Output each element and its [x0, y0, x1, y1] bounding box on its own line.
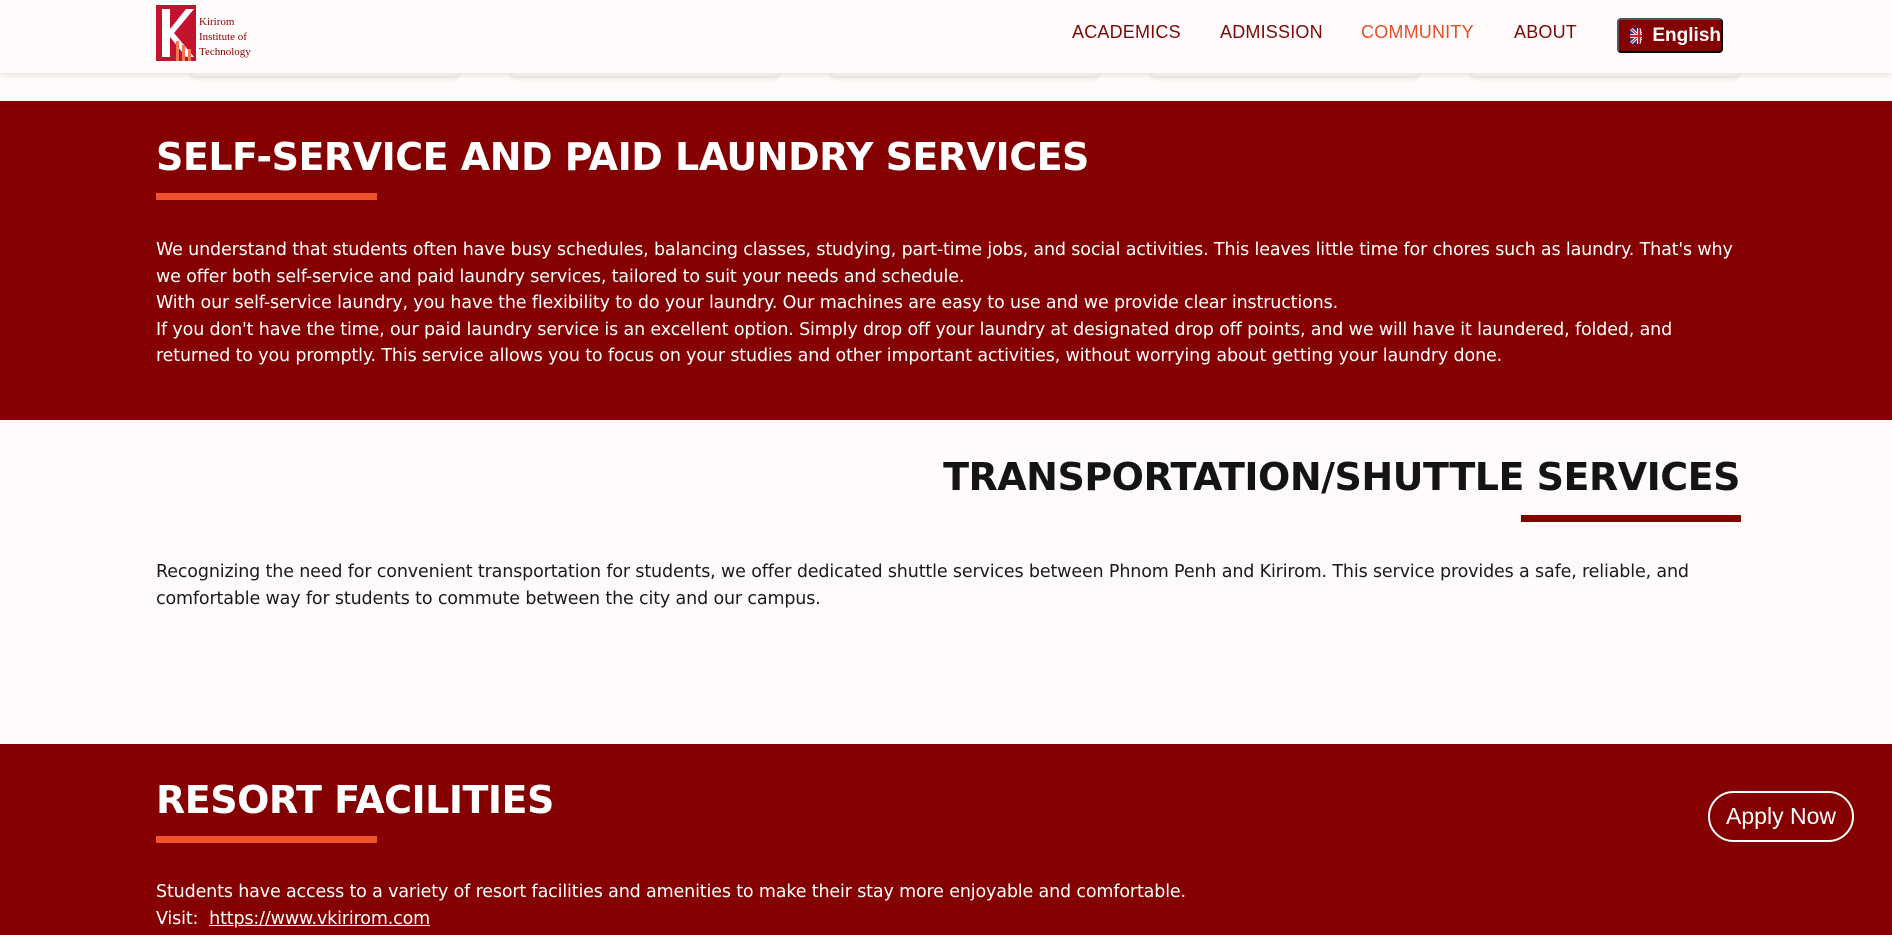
- resort-section: RESORT FACILITIES Students have access t…: [0, 744, 1892, 935]
- resort-visit-line: Visit: https://www.vkirirom.com: [156, 906, 1456, 933]
- logo-text: Kirirom Institute of Technology: [199, 15, 251, 60]
- kit-logo[interactable]: Kirirom Institute of Technology: [156, 5, 256, 63]
- transport-description: Recognizing the need for convenient tran…: [156, 559, 1736, 612]
- transport-title-underline: [1521, 515, 1741, 522]
- laundry-title: SELF-SERVICE AND PAID LAUNDRY SERVICES: [156, 135, 1089, 179]
- laundry-description: We understand that students often have b…: [156, 237, 1736, 370]
- top-navigation-bar: Kirirom Institute of Technology ACADEMIC…: [0, 0, 1892, 73]
- nav-community[interactable]: COMMUNITY: [1361, 22, 1474, 48]
- laundry-paragraph-1: We understand that students often have b…: [156, 240, 1733, 287]
- laundry-title-underline: [156, 193, 377, 200]
- nav-admission[interactable]: ADMISSION: [1220, 22, 1323, 48]
- transport-section: TRANSPORTATION/SHUTTLE SERVICES Recogniz…: [0, 420, 1892, 744]
- nav-academics[interactable]: ACADEMICS: [1072, 22, 1181, 48]
- resort-title: RESORT FACILITIES: [156, 778, 554, 822]
- logo-line-2: Institute of: [199, 31, 247, 43]
- logo-line-3: Technology: [199, 46, 251, 58]
- uk-flag-icon: [1630, 27, 1643, 44]
- header-spacer: [0, 73, 1892, 101]
- nav-about[interactable]: ABOUT: [1514, 22, 1577, 48]
- resort-title-underline: [156, 836, 377, 843]
- logo-line-1: Kirirom: [199, 16, 235, 28]
- visit-label: Visit:: [156, 908, 199, 929]
- laundry-paragraph-2: With our self-service laundry, you have …: [156, 293, 1338, 313]
- resort-paragraph: Students have access to a variety of res…: [156, 882, 1186, 902]
- language-label: English: [1652, 24, 1721, 46]
- kit-logo-icon: [156, 5, 196, 61]
- transport-title: TRANSPORTATION/SHUTTLE SERVICES: [943, 455, 1740, 499]
- transport-paragraph: Recognizing the need for convenient tran…: [156, 562, 1689, 609]
- language-selector[interactable]: English: [1617, 18, 1723, 53]
- laundry-section: SELF-SERVICE AND PAID LAUNDRY SERVICES W…: [0, 101, 1892, 420]
- resort-description: Students have access to a variety of res…: [156, 879, 1456, 932]
- vkirirom-link[interactable]: https://www.vkirirom.com: [209, 909, 430, 929]
- apply-now-button[interactable]: Apply Now: [1708, 791, 1854, 842]
- laundry-paragraph-3: If you don't have the time, our paid lau…: [156, 319, 1673, 367]
